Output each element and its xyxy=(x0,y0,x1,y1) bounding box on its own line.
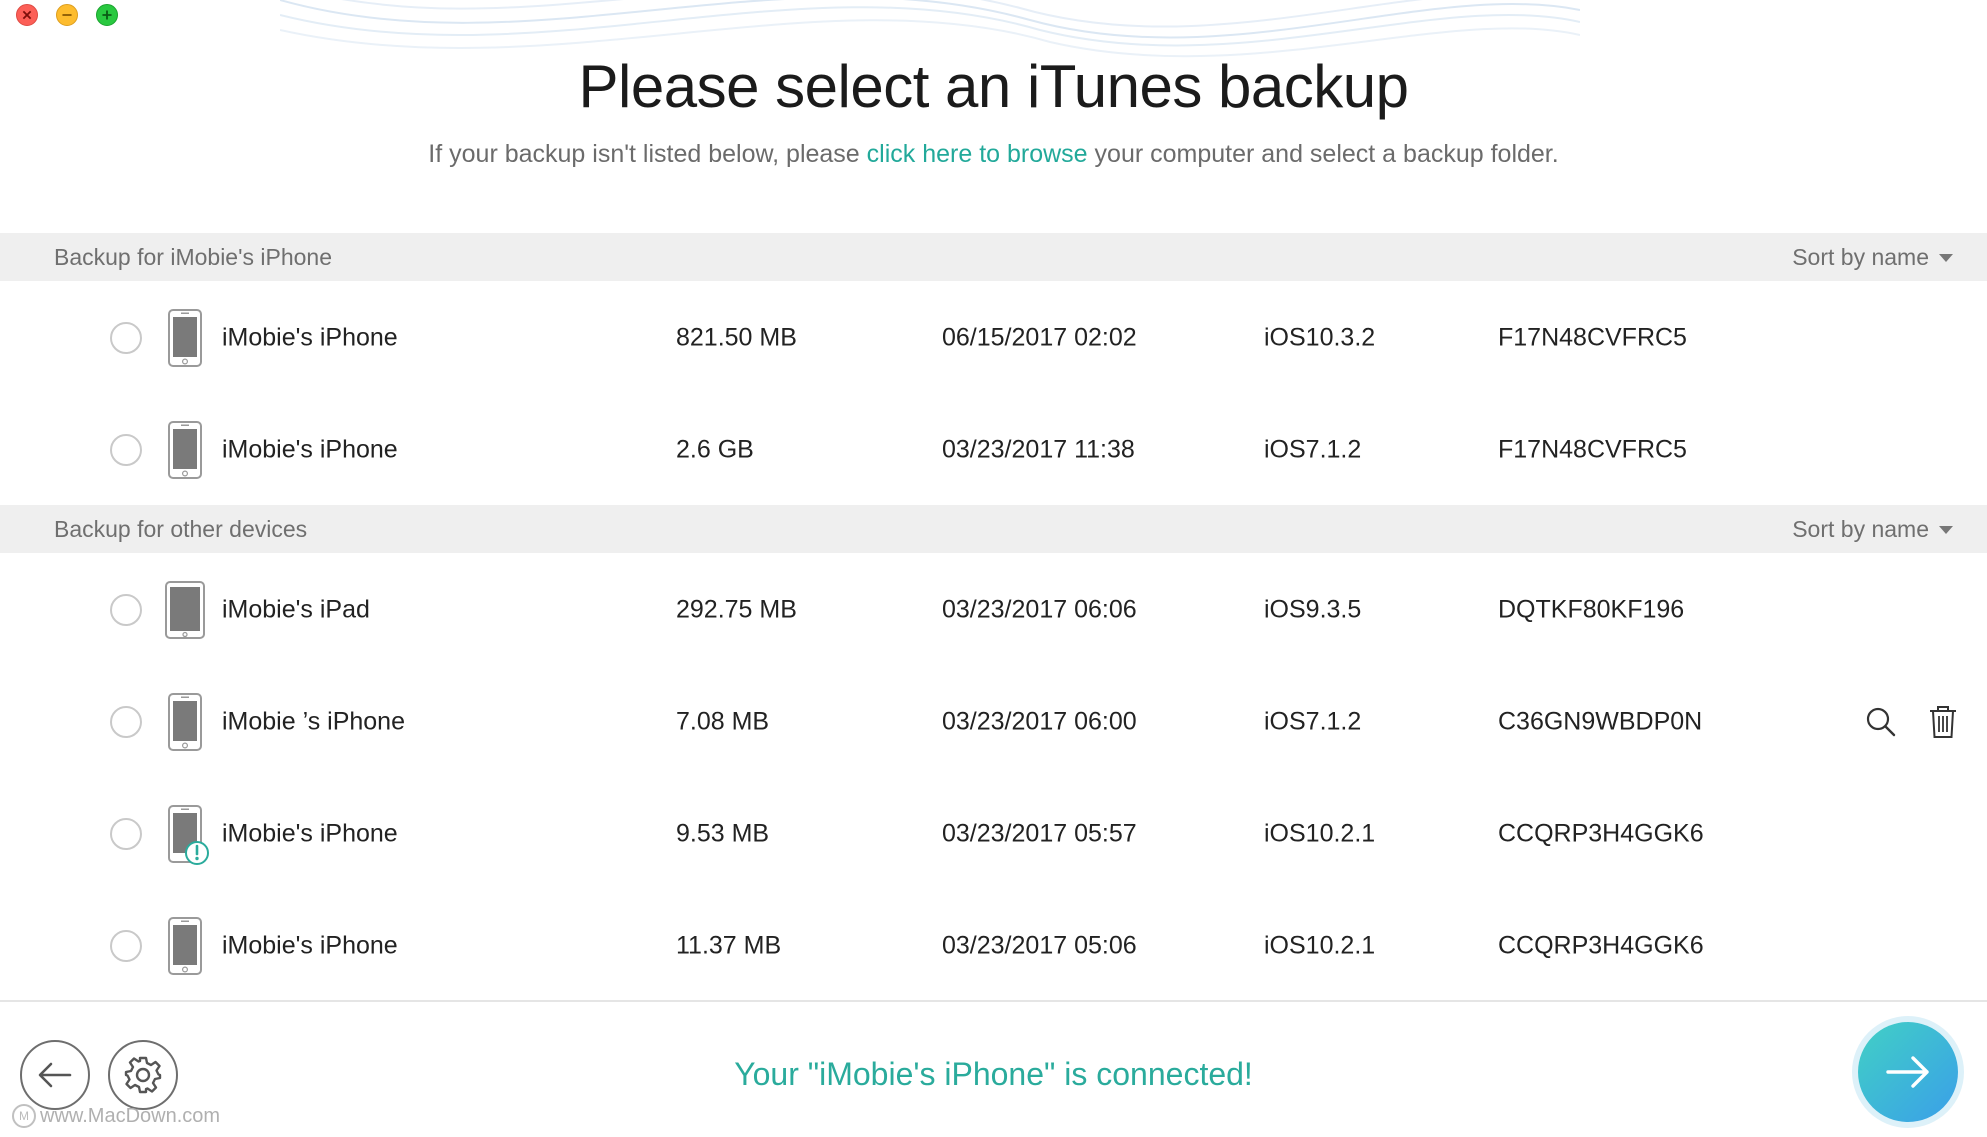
backup-date: 03/23/2017 11:38 xyxy=(942,435,1135,464)
radio-button[interactable] xyxy=(110,594,142,626)
backup-size: 11.37 MB xyxy=(676,931,782,960)
close-window-button[interactable] xyxy=(16,4,38,26)
backup-date: 06/15/2017 02:02 xyxy=(942,323,1137,352)
watermark-text: www.MacDown.com xyxy=(40,1104,221,1127)
backup-date: 03/23/2017 05:57 xyxy=(942,819,1137,848)
serial-number: F17N48CVFRC5 xyxy=(1498,435,1687,464)
radio-button[interactable] xyxy=(110,930,142,962)
section-header-other-devices: Backup for other devices Sort by name xyxy=(0,505,1987,553)
page-title: Please select an iTunes backup xyxy=(578,53,1409,120)
ios-version: iOS10.2.1 xyxy=(1264,819,1376,848)
serial-number: F17N48CVFRC5 xyxy=(1498,323,1687,352)
device-name: iMobie's iPhone xyxy=(222,931,398,960)
browse-link[interactable]: click here to browse xyxy=(867,140,1088,168)
backup-size: 9.53 MB xyxy=(676,819,770,848)
ipad-icon xyxy=(165,581,205,639)
device-name: iMobie ’s iPhone xyxy=(222,707,405,736)
backup-date: 03/23/2017 05:06 xyxy=(942,931,1137,960)
backup-row[interactable]: iMobie's iPhone 2.6 GB 03/23/2017 11:38 … xyxy=(0,394,1987,506)
radio-button[interactable] xyxy=(110,322,142,354)
sort-dropdown[interactable]: Sort by name xyxy=(1792,516,1953,543)
arrow-right-icon xyxy=(1886,1056,1929,1088)
backup-size: 292.75 MB xyxy=(676,595,797,624)
zoom-window-button[interactable] xyxy=(96,4,118,26)
serial-number: CCQRP3H4GGK6 xyxy=(1498,931,1704,960)
page-subtitle: If your backup isn't listed below, pleas… xyxy=(0,140,1987,169)
trash-icon[interactable] xyxy=(1928,705,1958,739)
serial-number: C36GN9WBDP0N xyxy=(1498,707,1703,736)
radio-button[interactable] xyxy=(110,434,142,466)
sort-label: Sort by name xyxy=(1792,243,1929,270)
section-title: Backup for iMobie's iPhone xyxy=(54,243,332,270)
ios-version: iOS10.3.2 xyxy=(1264,323,1376,352)
radio-button[interactable] xyxy=(110,818,142,850)
device-name: iMobie's iPhone xyxy=(222,819,398,848)
search-icon[interactable] xyxy=(1864,705,1898,739)
next-button[interactable] xyxy=(1858,1022,1958,1122)
radio-button[interactable] xyxy=(110,706,142,738)
iphone-icon xyxy=(168,917,202,975)
iphone-icon xyxy=(168,309,202,367)
watermark: M www.MacDown.com xyxy=(12,1104,220,1128)
section-title: Backup for other devices xyxy=(54,515,308,542)
ios-version: iOS9.3.5 xyxy=(1264,595,1362,624)
backup-row[interactable]: iMobie's iPhone 11.37 MB 03/23/2017 05:0… xyxy=(0,890,1987,1002)
backup-date: 03/23/2017 06:06 xyxy=(942,595,1137,624)
window-controls xyxy=(16,4,118,26)
sort-dropdown[interactable]: Sort by name xyxy=(1792,244,1953,271)
iphone-icon xyxy=(168,421,202,479)
backup-row[interactable]: iMobie ’s iPhone 7.08 MB 03/23/2017 06:0… xyxy=(0,666,1987,778)
caret-down-icon xyxy=(1939,254,1953,262)
subtitle-text-after: your computer and select a backup folder… xyxy=(1087,140,1559,168)
minimize-window-button[interactable] xyxy=(56,4,78,26)
connection-status: Your "iMobie's iPhone" is connected! xyxy=(734,1056,1253,1092)
app-window: Please select an iTunes backup If your b… xyxy=(0,0,1987,1137)
iphone-warning-icon xyxy=(168,805,209,865)
backup-size: 2.6 GB xyxy=(676,435,754,464)
footer-divider xyxy=(0,1000,1987,1002)
device-name: iMobie's iPhone xyxy=(222,323,398,352)
backup-row[interactable]: iMobie's iPhone 821.50 MB 06/15/2017 02:… xyxy=(0,282,1987,394)
backup-row[interactable]: iMobie's iPad 292.75 MB 03/23/2017 06:06… xyxy=(0,554,1987,666)
serial-number: CCQRP3H4GGK6 xyxy=(1498,819,1704,848)
caret-down-icon xyxy=(1939,526,1953,534)
backup-size: 7.08 MB xyxy=(676,707,770,736)
backup-date: 03/23/2017 06:00 xyxy=(942,707,1137,736)
watermark-logo-icon: M xyxy=(12,1104,36,1128)
iphone-icon xyxy=(168,693,202,751)
sort-label: Sort by name xyxy=(1792,515,1929,542)
ios-version: iOS10.2.1 xyxy=(1264,931,1376,960)
ios-version: iOS7.1.2 xyxy=(1264,707,1362,736)
serial-number: DQTKF80KF196 xyxy=(1498,595,1685,624)
ios-version: iOS7.1.2 xyxy=(1264,435,1362,464)
backup-row[interactable]: iMobie's iPhone 9.53 MB 03/23/2017 05:57… xyxy=(0,778,1987,890)
subtitle-text-before: If your backup isn't listed below, pleas… xyxy=(428,140,867,168)
device-name: iMobie's iPad xyxy=(222,595,370,624)
backup-size: 821.50 MB xyxy=(676,323,797,352)
device-name: iMobie's iPhone xyxy=(222,435,398,464)
section-header-imobie-iphone: Backup for iMobie's iPhone Sort by name xyxy=(0,233,1987,281)
